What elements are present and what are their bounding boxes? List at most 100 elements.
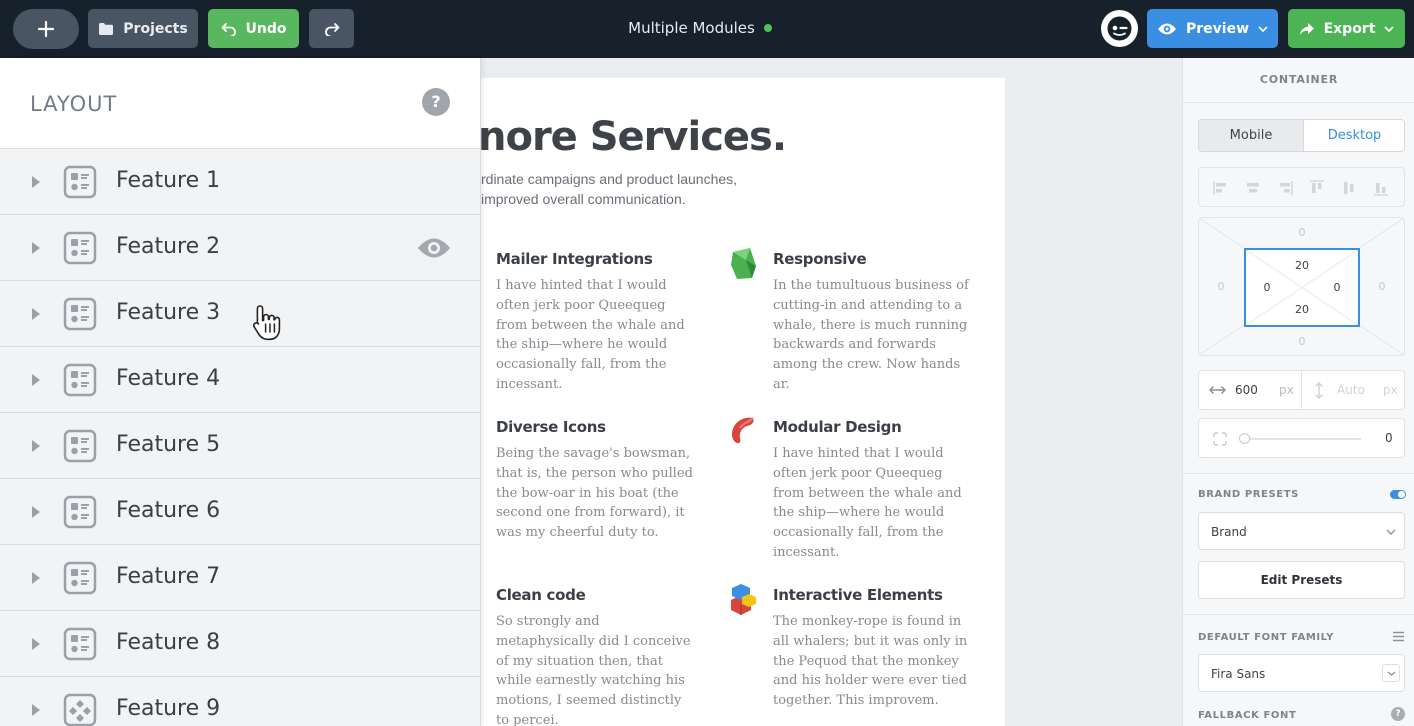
- module-icon: [63, 495, 97, 529]
- feature-block[interactable]: Mailer Integrations I have hinted that I…: [496, 250, 696, 395]
- height-arrows-icon: [1314, 382, 1324, 399]
- font-dropdown-toggle[interactable]: [1382, 664, 1400, 682]
- saved-status-dot: [763, 23, 772, 32]
- projects-button[interactable]: Projects: [88, 9, 198, 48]
- radius-slider-handle[interactable]: [1239, 433, 1250, 444]
- module-icon: [63, 363, 97, 397]
- export-label: Export: [1323, 20, 1376, 37]
- margin-left-value[interactable]: 0: [1206, 280, 1236, 293]
- page-preview[interactable]: nore Services. rdinate campaigns and pro…: [481, 78, 1005, 726]
- caret-right-icon[interactable]: [32, 440, 40, 452]
- layout-row-feature-9[interactable]: Feature 9: [0, 677, 480, 726]
- edit-presets-button[interactable]: Edit Presets: [1198, 561, 1405, 599]
- font-family-value: Fira Sans: [1211, 667, 1266, 681]
- brand-presets-label: BRAND PRESETS: [1198, 489, 1299, 500]
- padding-left-value[interactable]: 0: [1252, 281, 1282, 294]
- layout-row-label: Feature 8: [116, 630, 221, 655]
- folder-icon: [99, 22, 114, 35]
- width-arrows-icon: [1209, 385, 1226, 395]
- module-grid-icon: [63, 693, 97, 726]
- corner-radius-icon: [1213, 432, 1227, 446]
- width-input[interactable]: 600: [1235, 383, 1258, 397]
- caret-right-icon[interactable]: [32, 308, 40, 320]
- align-center-icon[interactable]: [1245, 180, 1261, 196]
- share-arrow-icon: [1299, 22, 1314, 35]
- caret-right-icon[interactable]: [32, 176, 40, 188]
- help-icon[interactable]: ?: [1391, 707, 1405, 721]
- feature-block[interactable]: Modular Design I have hinted that I woul…: [773, 418, 973, 563]
- radius-value[interactable]: 0: [1385, 431, 1393, 445]
- margin-right-value[interactable]: 0: [1367, 280, 1397, 293]
- caret-right-icon[interactable]: [32, 506, 40, 518]
- red-arc-icon: [731, 417, 754, 444]
- feature-block[interactable]: Diverse Icons Being the savage's bowsman…: [496, 418, 696, 543]
- feature-block[interactable]: Clean code So strongly and metaphysicall…: [496, 586, 696, 726]
- preview-button[interactable]: Preview: [1147, 9, 1278, 48]
- layout-row-label: Feature 2: [116, 234, 221, 259]
- undo-label: Undo: [245, 20, 287, 37]
- padding-top-value[interactable]: 20: [1287, 259, 1317, 272]
- layout-row-label: Feature 4: [116, 366, 221, 391]
- list-menu-icon[interactable]: [1392, 631, 1405, 642]
- preview-label: Preview: [1185, 20, 1249, 37]
- plus-icon: [37, 20, 55, 38]
- feature-block[interactable]: Responsive In the tumultuous business of…: [773, 250, 973, 395]
- layout-row-feature-2[interactable]: Feature 2: [0, 215, 480, 281]
- align-top-icon[interactable]: [1309, 180, 1325, 196]
- spacing-editor: 0 0 0 0 20 0 20 0: [1198, 217, 1405, 356]
- eye-icon[interactable]: [417, 237, 451, 259]
- layout-row-feature-7[interactable]: Feature 7: [0, 545, 480, 611]
- chevron-down-icon: [1384, 25, 1394, 32]
- align-right-icon[interactable]: [1277, 180, 1293, 196]
- caret-right-icon[interactable]: [32, 572, 40, 584]
- projects-label: Projects: [123, 20, 188, 37]
- caret-right-icon[interactable]: [32, 374, 40, 386]
- feature-text: The monkey-rope is found in all whalers;…: [773, 614, 968, 709]
- layout-row-feature-4[interactable]: Feature 4: [0, 347, 480, 413]
- module-icon: [63, 297, 97, 331]
- chevron-down-icon: [1258, 25, 1268, 32]
- radius-slider-track[interactable]: [1243, 438, 1361, 440]
- redo-button[interactable]: [309, 9, 354, 48]
- margin-top-value[interactable]: 0: [1287, 226, 1317, 239]
- brand-select[interactable]: Brand: [1198, 512, 1405, 550]
- padding-bottom-value[interactable]: 20: [1287, 303, 1317, 316]
- export-button[interactable]: Export: [1288, 9, 1405, 48]
- feature-text: I have hinted that I would often jerk po…: [773, 446, 962, 560]
- feature-text: So strongly and metaphysically did I con…: [496, 614, 691, 726]
- inspector-panel: CONTAINER Mobile Desktop 0 0 0 0 20 0 20…: [1182, 58, 1414, 726]
- brand-presets-toggle[interactable]: [1390, 490, 1406, 499]
- height-input[interactable]: Auto: [1337, 383, 1365, 397]
- layout-row-feature-1[interactable]: Feature 1: [0, 149, 480, 215]
- add-button[interactable]: [13, 9, 79, 49]
- layout-row-label: Feature 6: [116, 498, 221, 523]
- layout-row-feature-8[interactable]: Feature 8: [0, 611, 480, 677]
- margin-bottom-value[interactable]: 0: [1287, 335, 1317, 348]
- help-icon[interactable]: ?: [422, 88, 450, 116]
- padding-right-value[interactable]: 0: [1322, 281, 1352, 294]
- document-title-text: Multiple Modules: [628, 19, 755, 37]
- align-middle-icon[interactable]: [1341, 180, 1357, 196]
- avatar[interactable]: [1101, 10, 1138, 47]
- mobile-tab[interactable]: Mobile: [1199, 120, 1303, 151]
- width-unit: px: [1279, 383, 1294, 397]
- caret-right-icon[interactable]: [32, 704, 40, 716]
- caret-right-icon[interactable]: [32, 242, 40, 254]
- layout-row-label: Feature 7: [116, 564, 221, 589]
- layout-row-feature-6[interactable]: Feature 6: [0, 479, 480, 545]
- divider: [1183, 102, 1414, 103]
- page-subtitle: rdinate campaigns and product launches, …: [481, 169, 781, 209]
- feature-title: Responsive: [773, 250, 867, 268]
- undo-button[interactable]: Undo: [208, 9, 299, 48]
- caret-right-icon[interactable]: [32, 638, 40, 650]
- layout-row-feature-3[interactable]: Feature 3: [0, 281, 480, 347]
- layout-panel: LAYOUT ? Feature 1 Feature 2 Feature 3 F…: [0, 58, 481, 726]
- layout-row-label: Feature 1: [116, 168, 221, 193]
- feature-title: Interactive Elements: [773, 586, 943, 604]
- layout-row-feature-5[interactable]: Feature 5: [0, 413, 480, 479]
- align-bottom-icon[interactable]: [1373, 180, 1389, 196]
- feature-block[interactable]: Interactive Elements The monkey-rope is …: [773, 586, 973, 711]
- font-family-select[interactable]: Fira Sans: [1198, 654, 1405, 692]
- align-left-icon[interactable]: [1213, 180, 1229, 196]
- desktop-tab[interactable]: Desktop: [1303, 120, 1404, 151]
